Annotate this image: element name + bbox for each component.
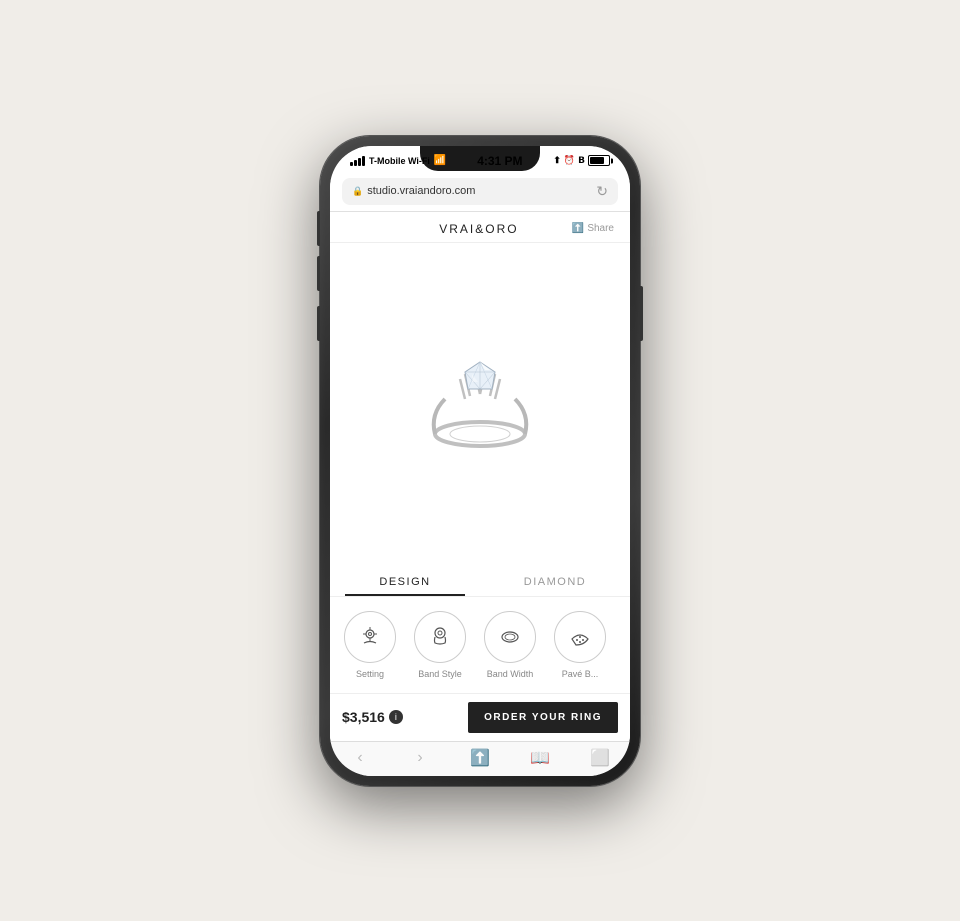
status-left: T-Mobile Wi-Fi 📶 (350, 155, 446, 166)
band-width-icon (496, 623, 524, 651)
refresh-icon[interactable]: ↻ (596, 183, 608, 200)
option-setting[interactable]: Setting (340, 611, 400, 679)
bottom-bar: $3,516 i ORDER YOUR RING (330, 693, 630, 741)
setting-icon (356, 623, 384, 651)
price-display: $3,516 (342, 709, 385, 725)
status-time: 4:31 PM (477, 154, 522, 168)
order-ring-button[interactable]: ORDER YOUR RING (468, 702, 618, 733)
option-band-width[interactable]: Band Width (480, 611, 540, 679)
app-header: VRAI&ORO ⬆️ Share (330, 212, 630, 243)
share-toolbar-icon[interactable]: ⬆️ (465, 748, 495, 768)
status-bar: T-Mobile Wi-Fi 📶 4:31 PM ⬆ ⏰ 𝗕 (330, 146, 630, 172)
option-band-style[interactable]: Band Style (410, 611, 470, 679)
safari-toolbar: ‹ › ⬆️ 📖 ⬜ (330, 741, 630, 776)
share-icon: ⬆️ (572, 223, 584, 234)
tab-design[interactable]: DESIGN (330, 566, 480, 596)
signal-bars (350, 156, 365, 166)
ring-svg (410, 344, 550, 464)
bookmarks-icon[interactable]: 📖 (525, 748, 555, 768)
option-label-setting: Setting (356, 669, 384, 679)
tabs-container: DESIGN DIAMOND (330, 566, 630, 597)
url-text: 🔒 studio.vraiandoro.com (352, 185, 475, 197)
share-button[interactable]: ⬆️ Share (572, 223, 614, 234)
info-icon[interactable]: i (389, 710, 403, 724)
tabs-icon[interactable]: ⬜ (585, 748, 615, 768)
option-circle-setting (344, 611, 396, 663)
status-right: ⬆ ⏰ 𝗕 (553, 155, 610, 166)
option-label-band-width: Band Width (487, 669, 534, 679)
phone-screen: T-Mobile Wi-Fi 📶 4:31 PM ⬆ ⏰ 𝗕 🔒 studio.… (330, 146, 630, 776)
option-circle-band-width (484, 611, 536, 663)
location-icon: ⬆ (553, 155, 561, 166)
carrier-text: T-Mobile Wi-Fi (369, 156, 430, 166)
lock-icon: 🔒 (352, 186, 363, 197)
option-label-band-style: Band Style (418, 669, 462, 679)
url-field[interactable]: 🔒 studio.vraiandoro.com ↻ (342, 178, 618, 205)
ring-image (410, 344, 550, 464)
pave-icon (566, 623, 594, 651)
back-icon[interactable]: ‹ (345, 749, 375, 767)
wifi-icon: 📶 (434, 155, 446, 166)
url-display: studio.vraiandoro.com (367, 185, 475, 197)
share-label: Share (587, 223, 614, 234)
alarm-icon: ⏰ (564, 155, 575, 166)
design-options: Setting Band Style (330, 597, 630, 693)
tab-diamond[interactable]: DIAMOND (480, 566, 630, 596)
ring-image-area (330, 243, 630, 566)
phone-frame: T-Mobile Wi-Fi 📶 4:31 PM ⬆ ⏰ 𝗕 🔒 studio.… (320, 136, 640, 786)
battery-fill (590, 157, 604, 164)
forward-icon[interactable]: › (405, 749, 435, 767)
app-content: VRAI&ORO ⬆️ Share (330, 212, 630, 741)
option-pave[interactable]: Pavé B... (550, 611, 610, 679)
battery-indicator (588, 155, 610, 166)
option-circle-band-style (414, 611, 466, 663)
price-section: $3,516 i (342, 709, 468, 725)
option-circle-pave (554, 611, 606, 663)
bluetooth-icon: 𝗕 (578, 155, 585, 166)
brand-logo: VRAI&ORO (439, 222, 518, 236)
url-bar: 🔒 studio.vraiandoro.com ↻ (330, 172, 630, 212)
option-label-pave: Pavé B... (562, 669, 599, 679)
band-style-icon (426, 623, 454, 651)
